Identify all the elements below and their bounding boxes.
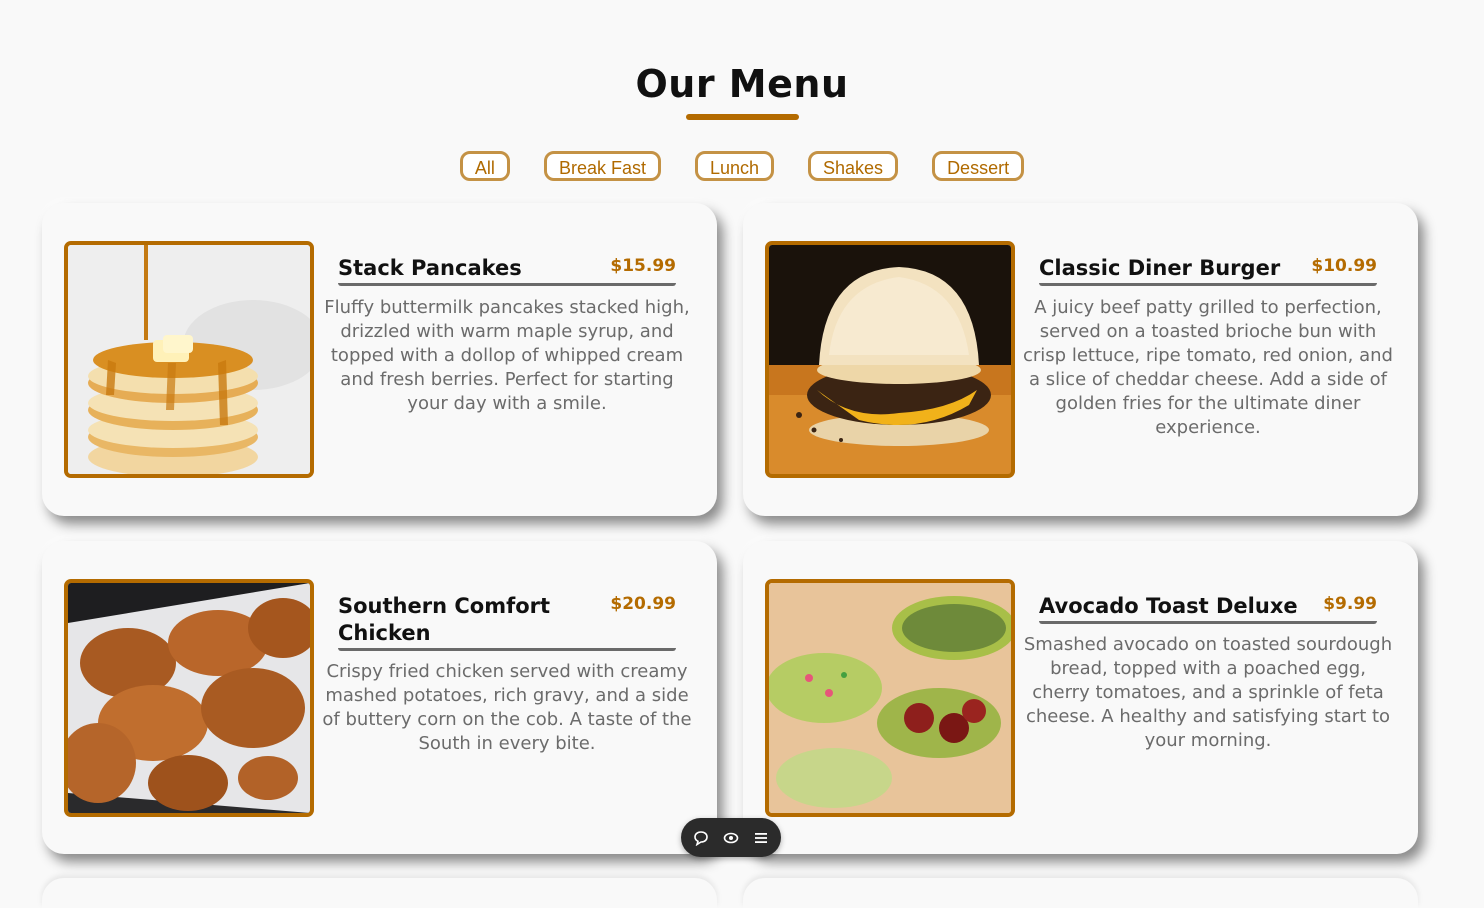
item-price: $15.99 [610,256,676,276]
filter-all-button[interactable]: All [459,151,510,181]
item-name: Classic Diner Burger [1039,256,1281,280]
menu-header: Our Menu [0,58,1484,120]
item-name: Avocado Toast Deluxe [1039,594,1298,618]
title-underline [685,114,799,120]
item-name: Southern Comfort Chicken [338,594,551,645]
item-header: Stack Pancakes $15.99 [338,255,676,286]
item-header: Southern Comfort Chicken $20.99 [338,593,676,651]
menu-card: Stack Pancakes $15.99 Fluffy buttermilk … [42,203,717,516]
item-price: $10.99 [1311,256,1377,276]
filter-bar: All Break Fast Lunch Shakes Dessert [0,151,1484,181]
item-price: $9.99 [1323,594,1377,614]
filter-breakfast-button[interactable]: Break Fast [543,151,661,181]
menu-card-partial [42,878,717,908]
burger-image [765,241,1015,478]
filter-lunch-button[interactable]: Lunch [694,151,775,181]
menu-card: Avocado Toast Deluxe $9.99 Smashed avoca… [743,541,1418,854]
menu-icon[interactable] [752,829,770,847]
item-description: A juicy beef patty grilled to perfection… [1023,297,1393,438]
filter-shakes-button[interactable]: Shakes [808,151,899,181]
avocado-toast-image [765,579,1015,817]
menu-card-partial [743,878,1418,908]
item-header: Avocado Toast Deluxe $9.99 [1039,593,1377,624]
fried-chicken-image [64,579,314,817]
item-price: $20.99 [610,594,676,614]
pancakes-image [64,241,314,478]
page-title: Our Menu [635,62,849,106]
menu-card: Classic Diner Burger $10.99 A juicy beef… [743,203,1418,516]
menu-card: Southern Comfort Chicken $20.99 Crispy f… [42,541,717,854]
filter-dessert-button[interactable]: Dessert [932,151,1025,181]
comment-icon[interactable] [692,829,710,847]
item-header: Classic Diner Burger $10.99 [1039,255,1377,286]
eye-icon[interactable] [722,829,740,847]
floating-toolbar [681,818,781,857]
item-description: Crispy fried chicken served with creamy … [322,661,692,754]
item-description: Smashed avocado on toasted sourdough bre… [1023,634,1393,751]
item-description: Fluffy buttermilk pancakes stacked high,… [324,297,690,414]
item-name: Stack Pancakes [338,256,522,280]
